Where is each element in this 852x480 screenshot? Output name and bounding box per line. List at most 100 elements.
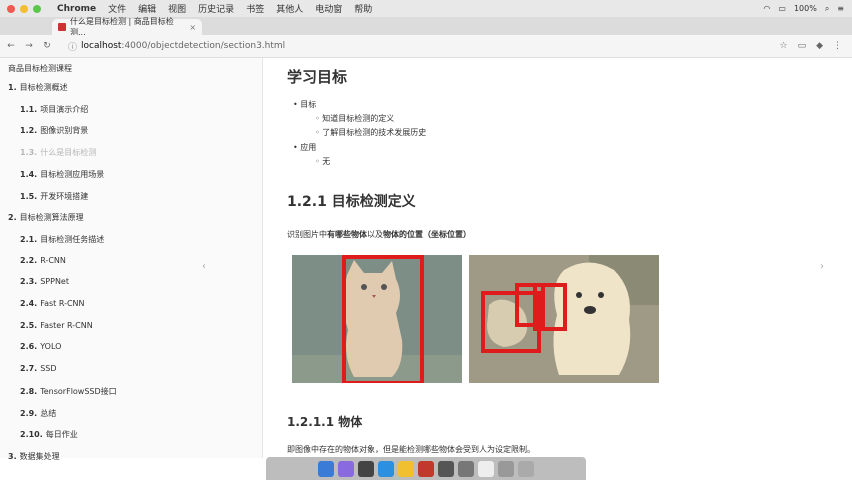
chrome-icon[interactable] <box>398 460 414 477</box>
sidebar-item-label: TensorFlowSSD接口 <box>40 386 117 396</box>
browser-tab[interactable]: 什么是目标检测 | 商品目标检测... × <box>52 17 202 37</box>
tab-close-icon[interactable]: × <box>189 23 196 32</box>
sidebar-item[interactable]: 2. 目标检测算法原理 <box>8 212 84 223</box>
sidebar-item-number: 3. <box>8 451 17 461</box>
sidebar-item[interactable]: 1.4. 目标检测应用场景 <box>20 169 104 180</box>
terminal-icon[interactable] <box>458 460 474 477</box>
menu-help[interactable]: 帮助 <box>354 2 372 15</box>
url-field[interactable]: ⓘ localhost:4000/objectdetection/section… <box>68 40 285 53</box>
bullet-goal: • 目标 <box>293 100 317 109</box>
sidebar-item-number: 1.2. <box>20 126 38 136</box>
prev-page-icon[interactable]: ‹ <box>202 261 206 272</box>
url-path: :4000/objectdetection/section3.html <box>121 41 286 51</box>
finder-icon[interactable] <box>318 460 334 477</box>
bullet-apply-item-1: ◦ 无 <box>315 157 331 166</box>
sidebar-item[interactable]: 2.9. 总结 <box>20 408 56 419</box>
wifi-icon[interactable]: ◠ <box>763 4 770 13</box>
folder-icon[interactable] <box>498 460 514 477</box>
settings-icon[interactable] <box>438 460 454 477</box>
sidebar-item-label: 目标检测概述 <box>19 83 68 92</box>
sidebar-item-label: 数据集处理 <box>19 451 60 461</box>
window-controls <box>7 4 41 13</box>
more-menu-icon[interactable]: ⋮ <box>833 41 842 51</box>
sidebar-item-number: 2.7. <box>20 364 38 374</box>
url-host: localhost <box>81 41 122 51</box>
back-icon[interactable]: ← <box>4 41 18 51</box>
main-content: 学习目标 • 目标 ◦ 知道目标检测的定义 ◦ 了解目标检测的技术发展历史 • … <box>263 58 852 458</box>
bullet-apply: • 应用 <box>293 143 317 152</box>
reload-icon[interactable]: ↻ <box>40 41 54 51</box>
typora-icon[interactable] <box>478 460 494 477</box>
zoom-window-icon[interactable] <box>33 4 41 13</box>
info-icon[interactable]: ⓘ <box>68 40 77 53</box>
mac-dock <box>266 457 586 480</box>
siri-icon[interactable] <box>338 460 354 477</box>
sidebar-item[interactable]: 2.10. 每日作业 <box>20 429 78 440</box>
extension-icon[interactable]: ◆ <box>816 41 823 51</box>
safari-icon[interactable] <box>378 460 394 477</box>
menu-window[interactable]: 电动窗 <box>315 2 342 15</box>
sidebar-item-number: 2.8. <box>20 386 38 396</box>
sidebar-item[interactable]: 1.2. 图像识别背景 <box>20 125 88 136</box>
cast-icon[interactable]: ▭ <box>798 41 807 51</box>
dog-cat-image <box>469 255 659 383</box>
launchpad-icon[interactable] <box>358 460 374 477</box>
sidebar-item[interactable]: 2.4. Fast R-CNN <box>20 299 85 308</box>
menu-bookmarks[interactable]: 书签 <box>246 2 264 15</box>
menu-file[interactable]: 文件 <box>108 2 126 15</box>
sidebar-item-number: 1.5. <box>20 191 38 201</box>
sidebar-item-number: 2. <box>8 213 17 223</box>
sidebar-item-label: Faster R-CNN <box>40 320 93 330</box>
section-title: 1.2.1 目标检测定义 <box>287 194 416 210</box>
sidebar-item[interactable]: 3. 数据集处理 <box>8 451 60 462</box>
sidebar-item[interactable]: 1.1. 项目演示介绍 <box>20 104 88 115</box>
sidebar-item-label: 图像识别背景 <box>40 126 89 136</box>
bullet-goal-item-2: ◦ 了解目标检测的技术发展历史 <box>315 128 427 137</box>
sidebar-item-label: 开发环境搭建 <box>40 191 89 201</box>
sidebar-item-label: YOLO <box>40 342 62 352</box>
search-icon[interactable]: ⌕ <box>825 4 829 14</box>
menu-history[interactable]: 历史记录 <box>198 2 234 15</box>
sidebar-item[interactable]: 2.2. R-CNN <box>20 256 66 265</box>
sidebar-item[interactable]: 1. 目标检测概述 <box>8 82 68 93</box>
toc-sidebar: 商品目标检测课程 1. 目标检测概述 1.1. 项目演示介绍 1.2. 图像识别背景 1.3… <box>0 58 263 461</box>
next-page-icon[interactable]: › <box>820 261 824 272</box>
sidebar-item-number: 1. <box>8 83 17 92</box>
trash-icon[interactable] <box>518 460 534 477</box>
sidebar-item-number: 2.5. <box>20 320 38 330</box>
sidebar-item-label: 目标检测应用场景 <box>40 169 105 179</box>
sidebar-item[interactable]: 2.1. 目标检测任务描述 <box>20 234 104 245</box>
menu-edit[interactable]: 编辑 <box>138 2 156 15</box>
forward-icon[interactable]: → <box>22 41 36 51</box>
sidebar-item[interactable]: 2.5. Faster R-CNN <box>20 321 93 330</box>
subsection-text: 即图像中存在的物体对象，但是能检测哪些物体会受到人为设定限制。 <box>287 445 535 454</box>
sidebar-item-number: 2.1. <box>20 234 38 244</box>
sidebar-item[interactable]: 2.7. SSD <box>20 364 57 373</box>
menu-view[interactable]: 视图 <box>168 2 186 15</box>
battery-percent: 100% <box>793 4 817 13</box>
sidebar-item-label: R-CNN <box>40 255 66 265</box>
sidebar-item-number: 2.3. <box>20 277 38 287</box>
sidebar-item[interactable]: 1.5. 开发环境搭建 <box>20 191 88 202</box>
course-title[interactable]: 商品目标检测课程 <box>8 63 72 74</box>
sidebar-item-label: 什么是目标检测 <box>40 148 97 158</box>
menu-list-icon[interactable]: ≡ <box>837 4 844 13</box>
sidebar-item-label: SPPNet <box>40 277 69 287</box>
sidebar-item[interactable]: 2.8. TensorFlowSSD接口 <box>20 386 117 397</box>
sidebar-item-label: Fast R-CNN <box>40 299 85 308</box>
battery-icon[interactable]: ▭ <box>778 4 786 13</box>
pc-icon[interactable] <box>418 460 434 477</box>
sidebar-item-label: 项目演示介绍 <box>40 104 89 114</box>
subsection-title: 1.2.1.1 物体 <box>287 415 363 429</box>
minimize-window-icon[interactable] <box>20 4 28 13</box>
menu-people[interactable]: 其他人 <box>276 2 303 15</box>
sidebar-item[interactable]: 1.3. 什么是目标检测 <box>20 147 96 158</box>
close-window-icon[interactable] <box>7 4 15 13</box>
bookmark-star-icon[interactable]: ☆ <box>779 41 787 51</box>
sidebar-item[interactable]: 2.6. YOLO <box>20 342 61 351</box>
sidebar-item-number: 2.10. <box>20 430 43 440</box>
sidebar-item-label: 总结 <box>40 408 57 418</box>
app-menu[interactable]: Chrome <box>57 4 96 14</box>
sidebar-item[interactable]: 2.3. SPPNet <box>20 277 69 286</box>
sidebar-item-label: 目标检测算法原理 <box>19 213 84 223</box>
